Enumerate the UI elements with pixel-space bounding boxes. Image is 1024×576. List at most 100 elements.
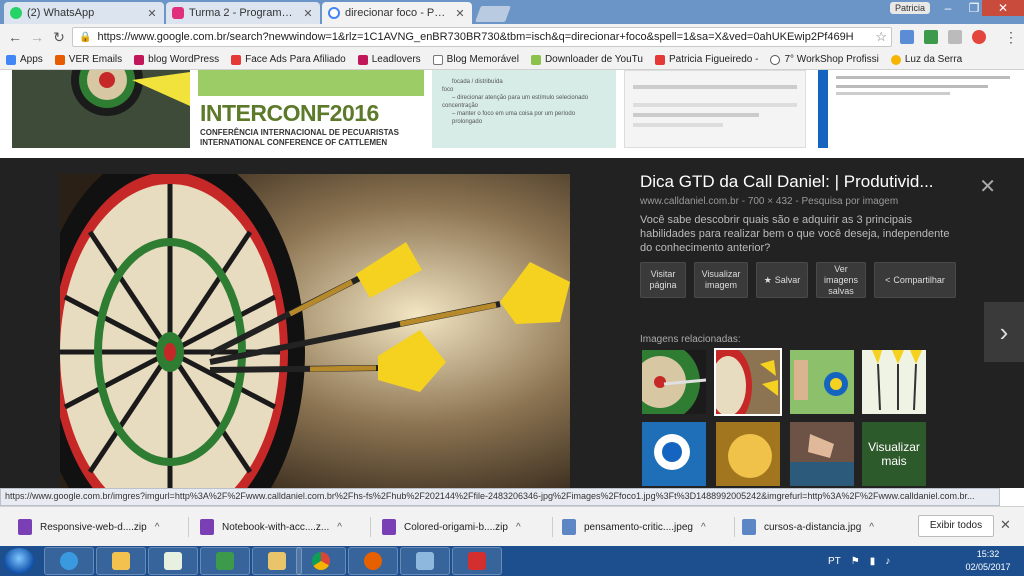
download-item[interactable]: Notebook-with-acc....z... ^ [200, 515, 342, 539]
address-bar[interactable]: 🔒 https://www.google.com.br/search?newwi… [72, 27, 892, 47]
bookmark-face-ads[interactable]: Face Ads Para Afiliado [231, 54, 346, 65]
bookmark-downloader-youtube[interactable]: Downloader de YouTu [530, 54, 643, 65]
start-button[interactable] [4, 548, 34, 574]
result-thumbnail-darts[interactable] [12, 70, 190, 148]
taskbar-app[interactable] [200, 547, 250, 575]
translate-extension-icon[interactable] [900, 30, 914, 44]
download-item[interactable]: pensamento-critic....jpeg ^ [562, 515, 706, 539]
bookmark-blog-wordpress[interactable]: blog WordPress [134, 54, 219, 65]
taskbar-pdf[interactable] [452, 547, 502, 575]
zip-file-icon [18, 519, 32, 535]
new-tab-button[interactable] [475, 6, 511, 22]
related-image[interactable] [642, 422, 706, 486]
preview-title[interactable]: Dica GTD da Call Daniel: | Produtivid... [640, 172, 960, 192]
bookmark-label: Face Ads Para Afiliado [245, 54, 346, 65]
separator [734, 517, 735, 537]
clock[interactable]: 15:32 02/05/2017 [960, 548, 1016, 574]
internet-explorer-icon [60, 552, 78, 570]
extension-icon[interactable] [924, 30, 938, 44]
download-item[interactable]: cursos-a-distancia.jpg ^ [742, 515, 874, 539]
share-button[interactable]: < Compartilhar [874, 262, 956, 298]
related-image-picture [642, 422, 706, 486]
chevron-up-icon[interactable]: ^ [516, 522, 521, 533]
chevron-up-icon[interactable]: ^ [337, 522, 342, 533]
show-all-downloads-button[interactable]: Exibir todos [918, 515, 994, 537]
taskbar-app[interactable] [148, 547, 198, 575]
view-more-button[interactable]: Visualizar mais [862, 422, 926, 486]
related-image-selected[interactable] [714, 348, 782, 416]
bookmark-label: VER Emails [68, 54, 123, 65]
bookmark-patricia-figueiredo[interactable]: Patricia Figueiredo - [654, 54, 759, 65]
download-shelf: Responsive-web-d....zip ^ Notebook-with-a… [0, 506, 1024, 546]
chevron-up-icon[interactable]: ^ [869, 522, 874, 533]
tab-whatsapp[interactable]: (2) WhatsApp ✕ [4, 2, 164, 24]
tab-google-search[interactable]: direcionar foco - Pesquisa ✕ [322, 2, 472, 24]
related-image-picture [716, 422, 780, 486]
bookmark-star-icon[interactable]: ☆ [875, 29, 887, 45]
forward-button[interactable]: → [28, 28, 46, 46]
windows-taskbar: PT ⚑ ▮ ♪ 15:32 02/05/2017 [0, 546, 1024, 576]
preview-meta[interactable]: www.calldaniel.com.br - 700 × 432 - Pesq… [640, 196, 980, 207]
taskbar-paint[interactable] [252, 547, 302, 575]
taskbar-ie[interactable] [44, 547, 94, 575]
tab-turma[interactable]: Turma 2 - Programa Cá ✕ [166, 2, 320, 24]
clock-date: 02/05/2017 [965, 562, 1011, 572]
result-thumbnail-document[interactable] [624, 70, 806, 148]
extension-icon[interactable] [972, 30, 986, 44]
view-image-button[interactable]: Visualizar imagem [694, 262, 748, 298]
related-image[interactable] [790, 350, 854, 414]
volume-icon[interactable]: ♪ [885, 556, 890, 567]
bookmark-workshop[interactable]: 7° WorkShop Profissi [770, 54, 879, 65]
related-image[interactable] [642, 350, 706, 414]
close-shelf-icon[interactable]: ✕ [1000, 517, 1011, 533]
taskbar-explorer[interactable] [96, 547, 146, 575]
close-preview-icon[interactable]: ✕ [979, 174, 996, 199]
chevron-up-icon[interactable]: ^ [701, 522, 706, 533]
separator [552, 517, 553, 537]
preview-image[interactable] [60, 174, 570, 488]
related-image[interactable] [790, 422, 854, 486]
extension-icon[interactable] [948, 30, 962, 44]
bookmark-ver-emails[interactable]: VER Emails [54, 54, 123, 65]
dartboard-image [60, 174, 570, 488]
bookmark-icon [770, 54, 781, 65]
window-titlebar: (2) WhatsApp ✕ Turma 2 - Programa Cá ✕ d… [0, 0, 1024, 24]
result-thumbnail-interconf[interactable]: INTERCONF2016 CONFERÊNCIA INTERNACIONAL … [196, 70, 428, 148]
reload-button[interactable]: ↻ [50, 28, 68, 46]
related-image[interactable] [716, 422, 780, 486]
flag-icon[interactable]: ⚑ [851, 556, 860, 567]
close-window-button[interactable]: ✕ [982, 0, 1024, 16]
taskbar-chrome[interactable] [296, 547, 346, 575]
close-tab-icon[interactable]: ✕ [454, 7, 466, 20]
minimize-button[interactable]: – [934, 0, 962, 16]
view-saved-button[interactable]: Ver imagens salvas [816, 262, 866, 298]
profile-button[interactable]: Patricia [890, 2, 930, 14]
bookmark-label: Leadlovers [371, 54, 421, 65]
bookmark-leadlovers[interactable]: Leadlovers [357, 54, 421, 65]
menu-icon[interactable]: ⋮ [1002, 28, 1020, 46]
network-icon[interactable]: ▮ [870, 556, 876, 567]
related-image[interactable] [862, 350, 926, 414]
bookmark-luz-da-serra[interactable]: Luz da Serra [890, 54, 963, 65]
save-button[interactable]: ★ Salvar [756, 262, 808, 298]
interconf-subtitle: CONFERÊNCIA INTERNACIONAL DE PECUARISTAS [200, 128, 399, 137]
language-indicator[interactable]: PT [828, 556, 841, 567]
download-item[interactable]: Colored-origami-b....zip ^ [382, 515, 521, 539]
result-thumbnail-article[interactable] [818, 70, 1018, 148]
download-filename: Responsive-web-d....zip [40, 521, 147, 533]
result-thumbnail-slide[interactable]: focada / distribuída foco – direcionar a… [432, 70, 616, 148]
next-image-button[interactable]: › [984, 302, 1024, 362]
share-icon: < [885, 274, 891, 285]
taskbar-firefox[interactable] [348, 547, 398, 575]
taskbar-app[interactable] [400, 547, 450, 575]
bookmark-blog-memoravel[interactable]: Blog Memorável [432, 54, 519, 65]
bookmark-label: Luz da Serra [904, 54, 963, 65]
close-tab-icon[interactable]: ✕ [146, 7, 158, 20]
close-tab-icon[interactable]: ✕ [302, 7, 314, 20]
bookmark-label: Patricia Figueiredo - [668, 54, 759, 65]
bookmark-apps[interactable]: Apps [6, 54, 43, 65]
back-button[interactable]: ← [6, 28, 24, 46]
visit-page-button[interactable]: Visitar página [640, 262, 686, 298]
chevron-up-icon[interactable]: ^ [155, 522, 160, 533]
download-item[interactable]: Responsive-web-d....zip ^ [18, 515, 159, 539]
